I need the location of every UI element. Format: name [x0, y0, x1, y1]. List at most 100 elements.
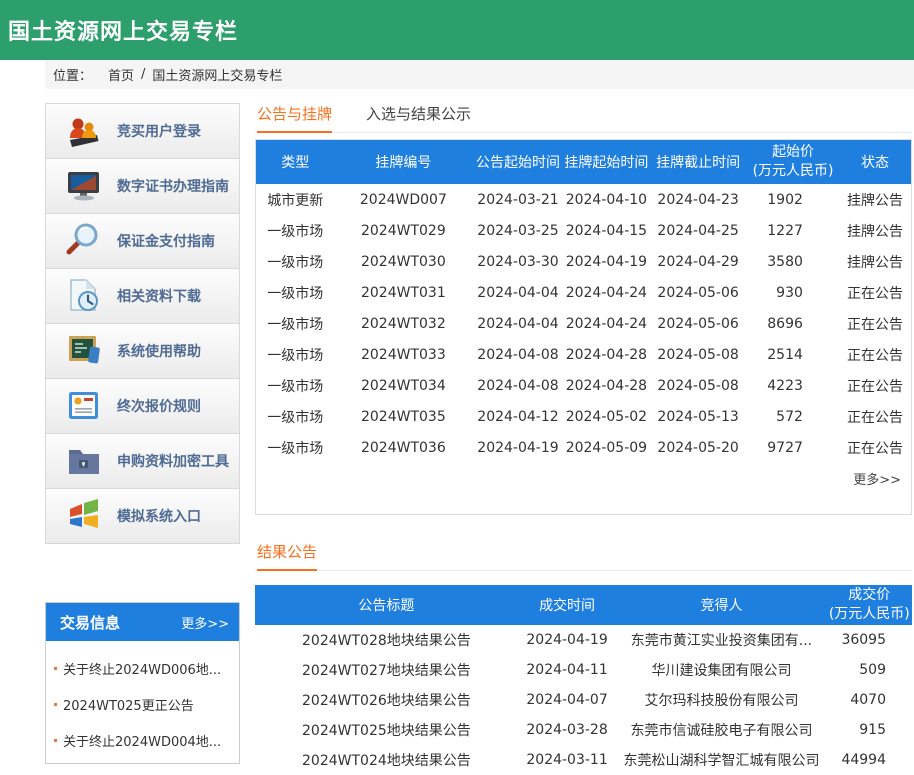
cell-listing-start: 2024-05-09 [564, 432, 649, 463]
column-header-listing-start: 挂牌起始时间 [564, 140, 649, 184]
cell-listing-start: 2024-04-24 [564, 308, 649, 339]
result-table-row[interactable]: 2024WT028地块结果公告 2024-04-19 东莞市黄江实业投资集团有.… [255, 625, 912, 655]
cell-title: 2024WT028地块结果公告 [255, 625, 518, 655]
sidebar-item-encrypt-tool[interactable]: 申购资料加密工具 [46, 434, 239, 489]
announce-more-link[interactable]: 更多>> [853, 473, 901, 488]
announce-table-row[interactable]: 城市更新 2024WD007 2024-03-21 2024-04-10 202… [256, 184, 911, 215]
cell-deal-price: 36095 [827, 625, 912, 655]
cell-status: 挂牌公告 [839, 246, 911, 277]
result-table-header-row: 公告标题 成交时间 竞得人 成交价 (万元人民币) [255, 585, 912, 625]
cell-listing-end: 2024-05-20 [649, 432, 747, 463]
sidebar-item-label: 系统使用帮助 [117, 341, 201, 361]
tab-result-announcements[interactable]: 结果公告 [257, 541, 317, 571]
cell-type: 一级市场 [256, 339, 335, 370]
cell-status: 正在公告 [839, 339, 911, 370]
sidebar-item-cert-guide[interactable]: 数字证书办理指南 [46, 159, 239, 214]
trade-info-item[interactable]: 关于终止2024WD006地... [54, 650, 234, 686]
cell-announce-start: 2024-04-12 [472, 401, 564, 432]
result-table-wrap: 公告标题 成交时间 竞得人 成交价 (万元人民币) 2024WT028地块结果公… [255, 585, 912, 775]
announce-table-row[interactable]: 一级市场 2024WT033 2024-04-08 2024-04-28 202… [256, 339, 911, 370]
sidebar-item-label: 模拟系统入口 [117, 506, 201, 526]
cell-start-price: 4223 [747, 370, 839, 401]
sidebar-item-label: 终次报价规则 [117, 396, 201, 416]
result-table-row[interactable]: 2024WT026地块结果公告 2024-04-07 艾尔玛科技股份有限公司 4… [255, 685, 912, 715]
trade-info-header: 交易信息 更多>> [46, 603, 239, 641]
trade-info-more-link[interactable]: 更多>> [181, 613, 229, 632]
cell-title: 2024WT025地块结果公告 [255, 715, 518, 745]
sidebar-item-label: 数字证书办理指南 [117, 176, 229, 196]
cell-listing-end: 2024-04-29 [649, 246, 747, 277]
cell-announce-start: 2024-04-08 [472, 339, 564, 370]
sidebar-item-label: 竞买用户登录 [117, 121, 201, 141]
tab-announce-listing[interactable]: 公告与挂牌 [257, 103, 332, 133]
announce-table-row[interactable]: 一级市场 2024WT032 2024-04-04 2024-04-24 202… [256, 308, 911, 339]
column-header-listing-end: 挂牌截止时间 [649, 140, 747, 184]
sidebar-item-final-quote-rules[interactable]: 终次报价规则 [46, 379, 239, 434]
cell-code: 2024WT035 [335, 401, 473, 432]
sidebar-item-simulation-entry[interactable]: 模拟系统入口 [46, 489, 239, 544]
cell-deal-time: 2024-04-19 [518, 625, 617, 655]
cell-code: 2024WT033 [335, 339, 473, 370]
announce-table-row[interactable]: 一级市场 2024WT030 2024-03-30 2024-04-19 202… [256, 246, 911, 277]
sidebar-item-system-help[interactable]: 系统使用帮助 [46, 324, 239, 379]
cell-title: 2024WT027地块结果公告 [255, 655, 518, 685]
trade-info-item[interactable]: 2024WT025更正公告 [54, 686, 234, 722]
trade-info-item[interactable]: 关于终止2024WD004地... [54, 722, 234, 758]
announce-panel: 类型 挂牌编号 公告起始时间 挂牌起始时间 挂牌截止时间 起始价 (万元人民币)… [255, 139, 912, 515]
cell-winner: 东莞松山湖科学智汇城有限公司 [616, 745, 826, 775]
result-table-row[interactable]: 2024WT027地块结果公告 2024-04-11 华川建设集团有限公司 50… [255, 655, 912, 685]
cell-announce-start: 2024-03-25 [472, 215, 564, 246]
cell-listing-end: 2024-05-06 [649, 277, 747, 308]
cell-type: 城市更新 [256, 184, 335, 215]
cell-announce-start: 2024-04-08 [472, 370, 564, 401]
cell-type: 一级市场 [256, 432, 335, 463]
cell-listing-start: 2024-04-28 [564, 370, 649, 401]
column-header-start-price: 起始价 (万元人民币) [747, 140, 839, 184]
trade-info-list: 关于终止2024WD006地... 2024WT025更正公告 关于终止2024… [46, 641, 239, 763]
announce-table: 类型 挂牌编号 公告起始时间 挂牌起始时间 挂牌截止时间 起始价 (万元人民币)… [256, 140, 911, 463]
cell-type: 一级市场 [256, 401, 335, 432]
announce-table-row[interactable]: 一级市场 2024WT035 2024-04-12 2024-05-02 202… [256, 401, 911, 432]
column-header-type: 类型 [256, 140, 335, 184]
cell-code: 2024WT036 [335, 432, 473, 463]
cell-listing-end: 2024-05-13 [649, 401, 747, 432]
cell-code: 2024WT030 [335, 246, 473, 277]
cell-deal-price: 4070 [827, 685, 912, 715]
announce-table-row[interactable]: 一级市场 2024WT036 2024-04-19 2024-05-09 202… [256, 432, 911, 463]
sidebar-item-bidder-login[interactable]: 竞买用户登录 [46, 104, 239, 159]
trade-info-item-text: 关于终止2024WD006地... [63, 659, 221, 678]
sidebar-item-downloads[interactable]: 相关资料下载 [46, 269, 239, 324]
result-table-row[interactable]: 2024WT025地块结果公告 2024-03-28 东莞市信诚硅胶电子有限公司… [255, 715, 912, 745]
breadcrumb-home-link[interactable]: 首页 [108, 65, 134, 84]
tab-selection-results[interactable]: 入选与结果公示 [366, 103, 471, 132]
cell-announce-start: 2024-04-04 [472, 277, 564, 308]
column-header-announce-start: 公告起始时间 [472, 140, 564, 184]
announce-table-row[interactable]: 一级市场 2024WT029 2024-03-25 2024-04-15 202… [256, 215, 911, 246]
cell-deal-time: 2024-04-11 [518, 655, 617, 685]
breadcrumb-separator: / [141, 67, 145, 82]
cell-deal-time: 2024-04-07 [518, 685, 617, 715]
cell-code: 2024WT034 [335, 370, 473, 401]
sidebar-item-label: 申购资料加密工具 [117, 451, 229, 471]
result-table-row[interactable]: 2024WT024地块结果公告 2024-03-11 东莞松山湖科学智汇城有限公… [255, 745, 912, 775]
cell-status: 挂牌公告 [839, 184, 911, 215]
announce-table-row[interactable]: 一级市场 2024WT034 2024-04-08 2024-04-28 202… [256, 370, 911, 401]
cell-type: 一级市场 [256, 308, 335, 339]
cell-type: 一级市场 [256, 277, 335, 308]
cell-listing-start: 2024-04-10 [564, 184, 649, 215]
magnifier-icon [63, 220, 105, 262]
cell-deal-price: 44994 [827, 745, 912, 775]
cell-winner: 东莞市黄江实业投资集团有... [616, 625, 826, 655]
cell-winner: 东莞市信诚硅胶电子有限公司 [616, 715, 826, 745]
chalkboard-icon [63, 330, 105, 372]
cell-listing-start: 2024-04-19 [564, 246, 649, 277]
bullet-icon [54, 703, 57, 706]
cell-start-price: 572 [747, 401, 839, 432]
cell-type: 一级市场 [256, 246, 335, 277]
sidebar-item-deposit-guide[interactable]: 保证金支付指南 [46, 214, 239, 269]
cell-start-price: 2514 [747, 339, 839, 370]
bullet-icon [54, 739, 57, 742]
announce-table-row[interactable]: 一级市场 2024WT031 2024-04-04 2024-04-24 202… [256, 277, 911, 308]
document-clock-icon [63, 275, 105, 317]
cell-start-price: 1902 [747, 184, 839, 215]
